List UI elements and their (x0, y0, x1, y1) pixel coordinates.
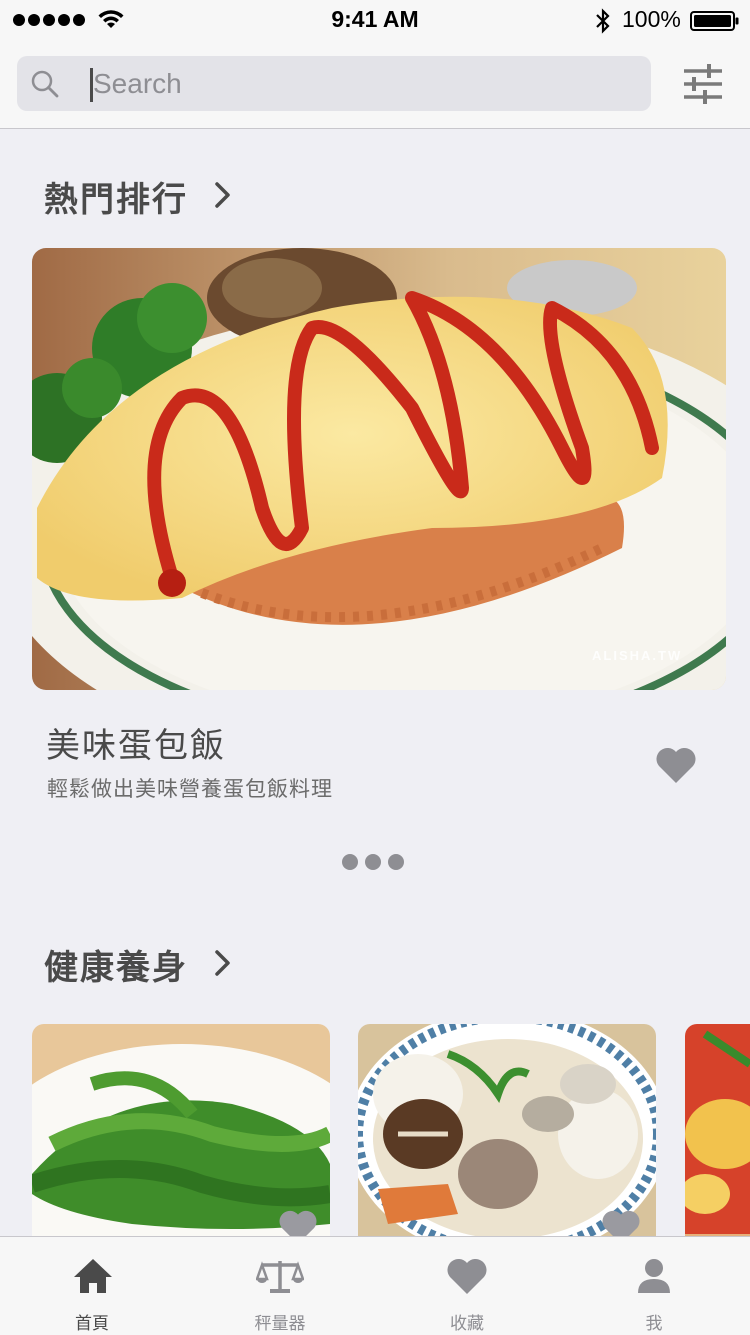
tab-label: 我 (645, 1314, 663, 1334)
tab-profile[interactable]: 我 (594, 1237, 714, 1335)
status-bar: 9:41 AM 100% (0, 0, 750, 40)
tab-home[interactable]: 首頁 (32, 1237, 152, 1335)
featured-recipe-subtitle: 輕鬆做出美味營養蛋包飯料理 (47, 777, 333, 801)
featured-recipe-title[interactable]: 美味蛋包飯 (46, 718, 226, 767)
search-icon (31, 70, 59, 98)
omelette-rice-photo: ALISHA.TW (32, 248, 726, 690)
featured-recipe-image[interactable]: ALISHA.TW (32, 248, 726, 690)
chevron-right-icon[interactable] (212, 948, 234, 978)
chevron-right-icon[interactable] (212, 180, 234, 210)
search-bar (0, 40, 750, 129)
tab-favorites[interactable]: 收藏 (407, 1237, 527, 1335)
heart-icon (447, 1258, 487, 1294)
heart-icon[interactable] (655, 746, 697, 784)
search-input[interactable] (93, 64, 633, 104)
scale-icon (256, 1261, 304, 1293)
filter-sliders-icon[interactable] (682, 63, 724, 105)
page-dot (365, 854, 381, 870)
page-dot (388, 854, 404, 870)
tab-bar: 首頁 秤量器 收藏 我 (0, 1236, 750, 1335)
tab-label: 收藏 (450, 1314, 484, 1334)
carousel-page-indicator (342, 854, 404, 870)
page-dot (342, 854, 358, 870)
home-icon (74, 1259, 112, 1293)
battery-percentage: 100% (622, 6, 681, 32)
person-icon (638, 1259, 670, 1293)
bluetooth-icon (596, 8, 610, 34)
search-field[interactable] (17, 56, 651, 111)
section-title-health[interactable]: 健康養身 (44, 940, 188, 989)
section-title-popular[interactable]: 熱門排行 (44, 172, 188, 221)
tab-scale[interactable]: 秤量器 (220, 1237, 340, 1335)
tab-label: 秤量器 (254, 1314, 306, 1334)
tomato-egg-photo (685, 1024, 750, 1264)
tab-label: 首頁 (75, 1314, 109, 1334)
battery-icon (690, 11, 739, 31)
recipe-card-tomato-egg[interactable] (685, 1024, 750, 1264)
photo-watermark: ALISHA.TW (592, 648, 682, 663)
